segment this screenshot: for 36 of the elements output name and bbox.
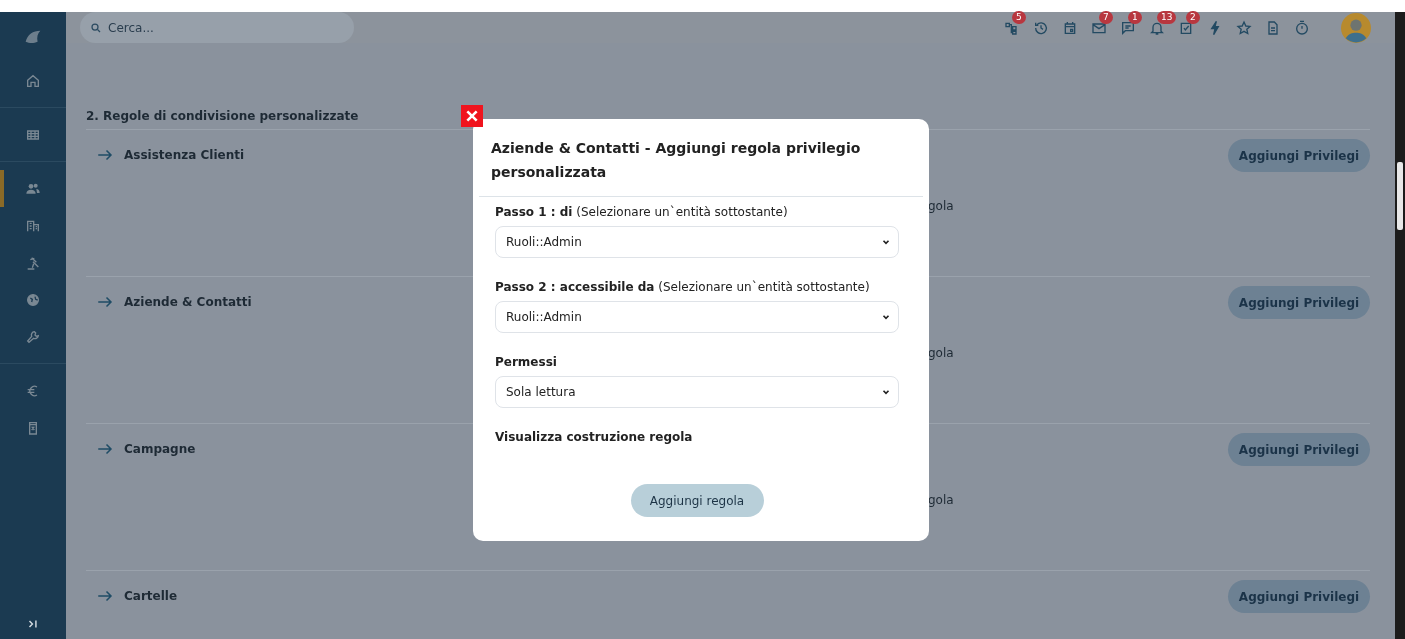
notification-badge: 1 [1128,10,1142,24]
close-icon [465,109,479,123]
avatar-icon[interactable] [1341,12,1371,43]
modal-title: Aziende & Contatti - Aggiungi regola privilegio personalizzata [479,119,923,197]
notification-badge: 5 [1012,10,1026,24]
globe-icon [25,291,41,308]
notification-badge: 13 [1157,10,1177,24]
notification-badge: 2 [1186,10,1200,24]
rule-text: gola [928,493,954,507]
module-title: Aziende & Contatti [124,295,252,309]
timer-icon[interactable] [1294,19,1310,36]
scrollbar-thumb[interactable] [1397,162,1403,230]
module-title: Assistenza Clienti [124,148,245,162]
select-field[interactable]: Sola lettura [495,376,899,408]
history-icon[interactable] [1033,19,1049,36]
module-title: Campagne [124,442,196,456]
field-label: Passo 1 : di (Selezionare un`entità sottostante) [495,205,789,219]
select-field[interactable]: Ruoli::Admin [495,226,899,258]
field-label: Passo 2 : accessibile da (Selezionare un`entità sottostante) [495,280,871,294]
search-field[interactable]: Cerca... [80,12,354,43]
wrench-icon [25,328,41,345]
field-label: Permessi [495,355,558,369]
rule-text: gola [928,346,954,360]
preview-label: Visualizza costruzione regola [495,430,694,444]
chat-icon[interactable] [1120,19,1136,36]
notification-badge: 7 [1099,10,1113,24]
home-icon [25,72,41,89]
close-button[interactable] [461,105,483,127]
select-field[interactable]: Ruoli::Admin [495,301,899,333]
search-icon [90,22,102,34]
add-rule-button[interactable]: Aggiungi regola [630,484,764,517]
module-title: Cartelle [124,589,178,603]
rule-text: gola [928,199,954,213]
document-icon[interactable] [1265,19,1281,36]
calendar-icon[interactable] [1062,19,1078,36]
star-icon[interactable] [1236,19,1252,36]
